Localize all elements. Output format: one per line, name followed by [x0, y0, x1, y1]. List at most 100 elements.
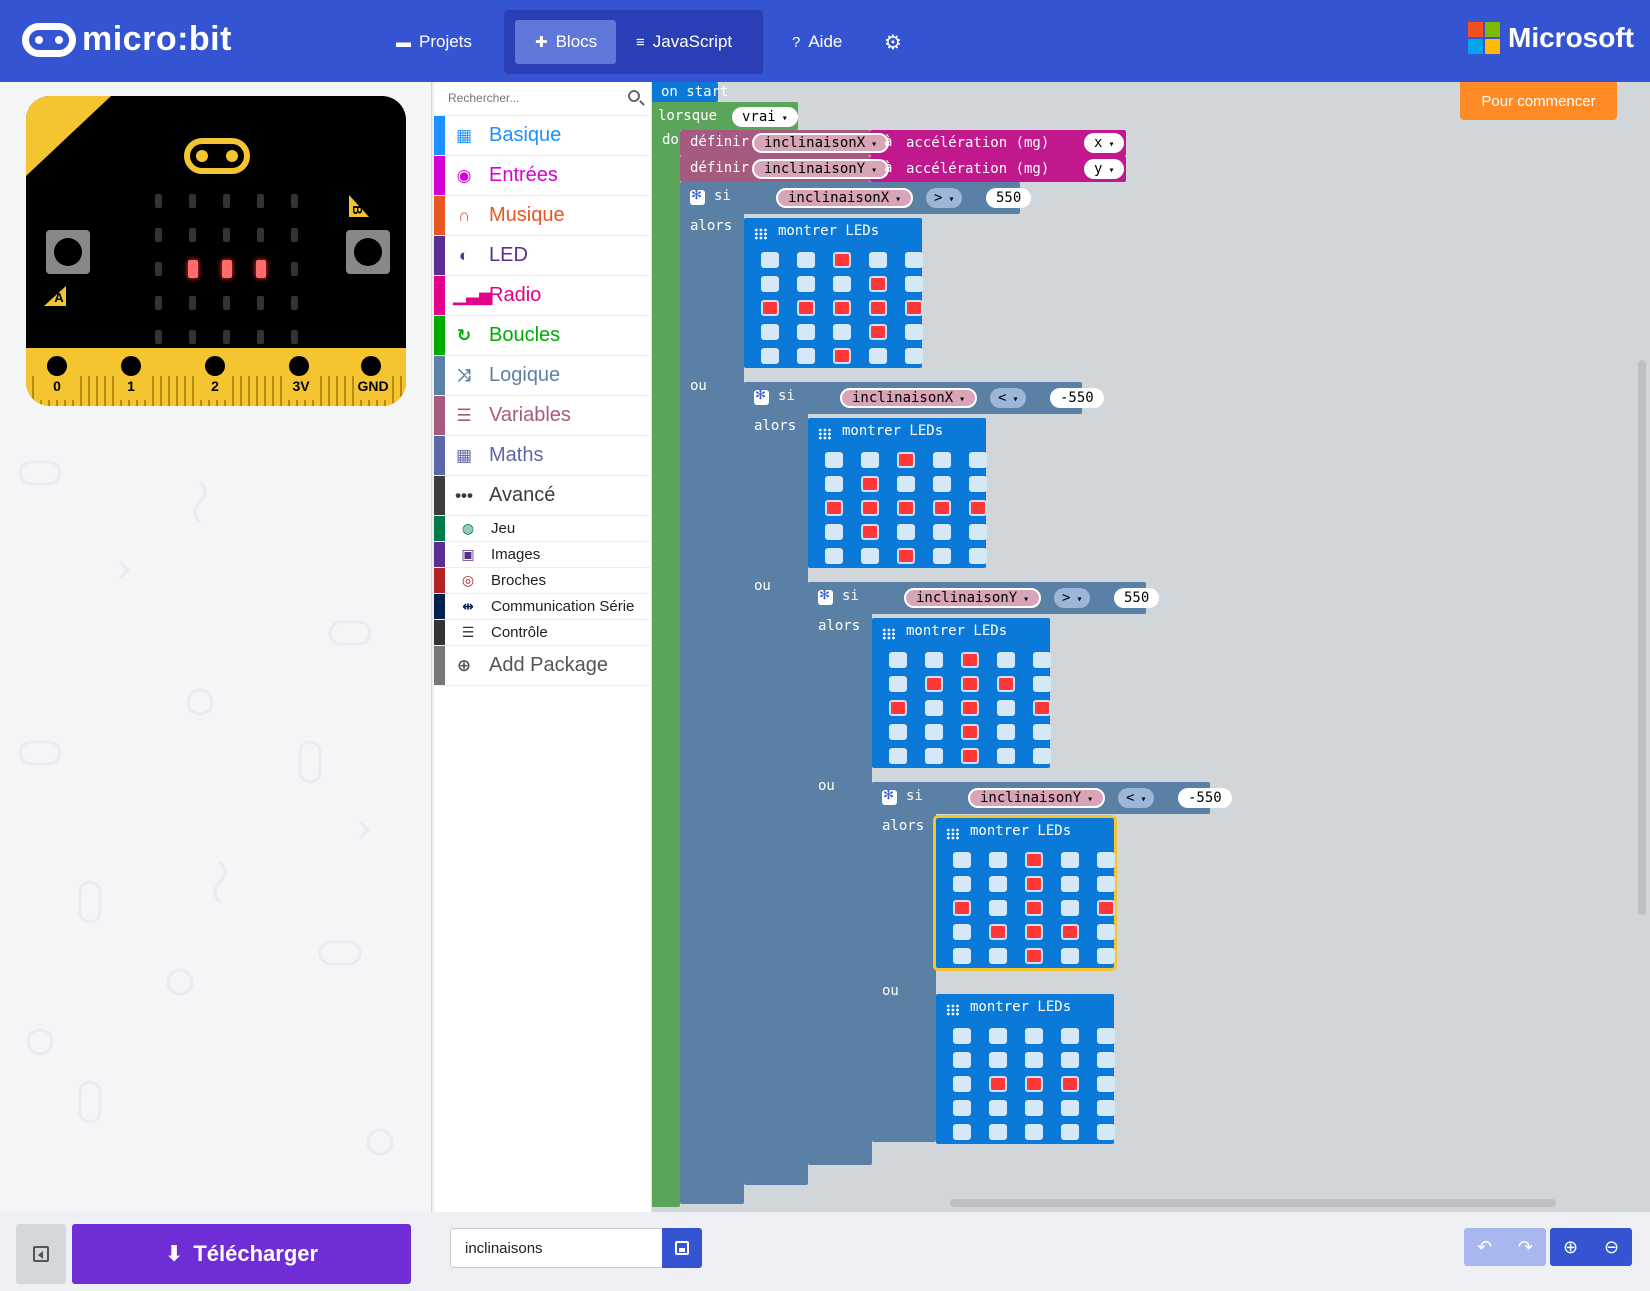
- toolbox-category-maths[interactable]: ▦ Maths: [434, 436, 652, 476]
- led-cell[interactable]: [1061, 1124, 1079, 1140]
- toolbox-subcategory-3[interactable]: ◎ Broches: [434, 568, 652, 594]
- led-cell[interactable]: [797, 276, 815, 292]
- operator-dropdown[interactable]: > ▾: [1054, 588, 1091, 608]
- led-cell[interactable]: [1097, 924, 1115, 940]
- download-button[interactable]: ⬇ Télécharger: [72, 1224, 411, 1284]
- help-button[interactable]: ? Aide: [792, 22, 842, 62]
- led-cell[interactable]: [869, 276, 887, 292]
- accel-x-axis-dropdown[interactable]: x ▾: [1084, 133, 1125, 153]
- led-cell[interactable]: [1025, 1124, 1043, 1140]
- zoom-in-button[interactable]: ⊕: [1550, 1228, 1591, 1266]
- led-cell[interactable]: [1025, 924, 1043, 940]
- led-cell[interactable]: [869, 348, 887, 364]
- led-cell[interactable]: [1097, 1028, 1115, 1044]
- toolbox-category-avancé[interactable]: ••• Avancé: [434, 476, 652, 516]
- led-cell[interactable]: [1025, 948, 1043, 964]
- blocks-tab[interactable]: ✚ Blocs: [535, 22, 597, 62]
- led-cell[interactable]: [1033, 748, 1051, 764]
- led-cell[interactable]: [1025, 1076, 1043, 1092]
- led-cell[interactable]: [833, 348, 851, 364]
- undo-button[interactable]: ↶: [1464, 1228, 1505, 1266]
- toolbox-category-logique[interactable]: ⤨ Logique: [434, 356, 652, 396]
- if-block-body-3[interactable]: [808, 582, 872, 1165]
- led-cell[interactable]: [997, 724, 1015, 740]
- vertical-scrollbar[interactable]: [1638, 360, 1646, 915]
- led-cell[interactable]: [997, 676, 1015, 692]
- condition-var-dropdown[interactable]: inclinaisonY ▾: [968, 788, 1106, 808]
- led-cell[interactable]: [833, 324, 851, 340]
- toolbox-category-radio[interactable]: ▁▃▅ Radio: [434, 276, 652, 316]
- led-cell[interactable]: [1061, 1052, 1079, 1068]
- led-cell[interactable]: [961, 676, 979, 692]
- led-cell[interactable]: [897, 452, 915, 468]
- condition-var-dropdown[interactable]: inclinaisonX ▾: [840, 388, 978, 408]
- led-cell[interactable]: [953, 876, 971, 892]
- led-cell[interactable]: [997, 748, 1015, 764]
- led-cell[interactable]: [1061, 852, 1079, 868]
- led-cell[interactable]: [889, 652, 907, 668]
- led-cell[interactable]: [1061, 948, 1079, 964]
- while-condition-dropdown[interactable]: vrai ▾: [732, 107, 798, 127]
- led-cell[interactable]: [761, 300, 779, 316]
- condition-value-input[interactable]: 550: [986, 188, 1032, 208]
- led-cell[interactable]: [833, 300, 851, 316]
- if-block-body-2[interactable]: [744, 382, 808, 1185]
- led-cell[interactable]: [1033, 700, 1051, 716]
- led-cell[interactable]: [761, 348, 779, 364]
- led-cell[interactable]: [825, 452, 843, 468]
- led-cell[interactable]: [961, 700, 979, 716]
- led-cell[interactable]: [925, 652, 943, 668]
- search-icon[interactable]: [628, 90, 640, 102]
- led-cell[interactable]: [1061, 1076, 1079, 1092]
- led-cell[interactable]: [933, 476, 951, 492]
- accel-y-label[interactable]: accélération (mg): [896, 159, 1060, 179]
- operator-dropdown[interactable]: > ▾: [926, 188, 963, 208]
- projects-button[interactable]: ▬ Projets: [396, 22, 472, 62]
- led-cell[interactable]: [969, 524, 987, 540]
- condition-var-dropdown[interactable]: inclinaisonX ▾: [776, 188, 914, 208]
- search-input[interactable]: [448, 91, 618, 105]
- led-cell[interactable]: [961, 748, 979, 764]
- save-button[interactable]: [662, 1228, 702, 1268]
- led-cell[interactable]: [1025, 900, 1043, 916]
- led-cell[interactable]: [1061, 900, 1079, 916]
- led-cell[interactable]: [989, 1124, 1007, 1140]
- mutator-gear-icon[interactable]: [818, 587, 833, 605]
- led-cell[interactable]: [1025, 876, 1043, 892]
- led-cell[interactable]: [1033, 724, 1051, 740]
- toolbox-category-entrées[interactable]: ◉ Entrées: [434, 156, 652, 196]
- pin-gnd[interactable]: GND: [354, 350, 392, 400]
- led-cell[interactable]: [953, 1052, 971, 1068]
- led-cell[interactable]: [953, 1028, 971, 1044]
- condition-value-input[interactable]: -550: [1050, 388, 1104, 408]
- toolbox-category-basique[interactable]: ▦ Basique: [434, 116, 652, 156]
- led-cell[interactable]: [933, 452, 951, 468]
- led-cell[interactable]: [1061, 1028, 1079, 1044]
- led-cell[interactable]: [1033, 652, 1051, 668]
- led-cell[interactable]: [1025, 1100, 1043, 1116]
- led-cell[interactable]: [905, 276, 923, 292]
- led-cell[interactable]: [1061, 876, 1079, 892]
- led-cell[interactable]: [889, 700, 907, 716]
- led-cell[interactable]: [925, 700, 943, 716]
- if-block-body-1[interactable]: [680, 182, 744, 1204]
- led-cell[interactable]: [989, 1100, 1007, 1116]
- accel-x-label[interactable]: accélération (mg): [896, 133, 1060, 153]
- led-cell[interactable]: [989, 924, 1007, 940]
- horizontal-scrollbar[interactable]: [950, 1199, 1556, 1207]
- toolbox-subcategory-2[interactable]: ▣ Images: [434, 542, 652, 568]
- led-cell[interactable]: [761, 252, 779, 268]
- led-cell[interactable]: [925, 676, 943, 692]
- collapse-simulator-button[interactable]: [16, 1224, 66, 1284]
- javascript-tab[interactable]: ≡ JavaScript: [636, 22, 732, 62]
- show-leds-block[interactable]: montrer LEDs: [872, 618, 1051, 768]
- led-cell[interactable]: [989, 852, 1007, 868]
- led-cell[interactable]: [761, 276, 779, 292]
- led-cell[interactable]: [933, 548, 951, 564]
- led-cell[interactable]: [1061, 924, 1079, 940]
- show-leds-block[interactable]: montrer LEDs: [933, 815, 1117, 971]
- led-cell[interactable]: [861, 524, 879, 540]
- led-cell[interactable]: [989, 900, 1007, 916]
- led-cell[interactable]: [1097, 948, 1115, 964]
- button-a[interactable]: [46, 230, 90, 274]
